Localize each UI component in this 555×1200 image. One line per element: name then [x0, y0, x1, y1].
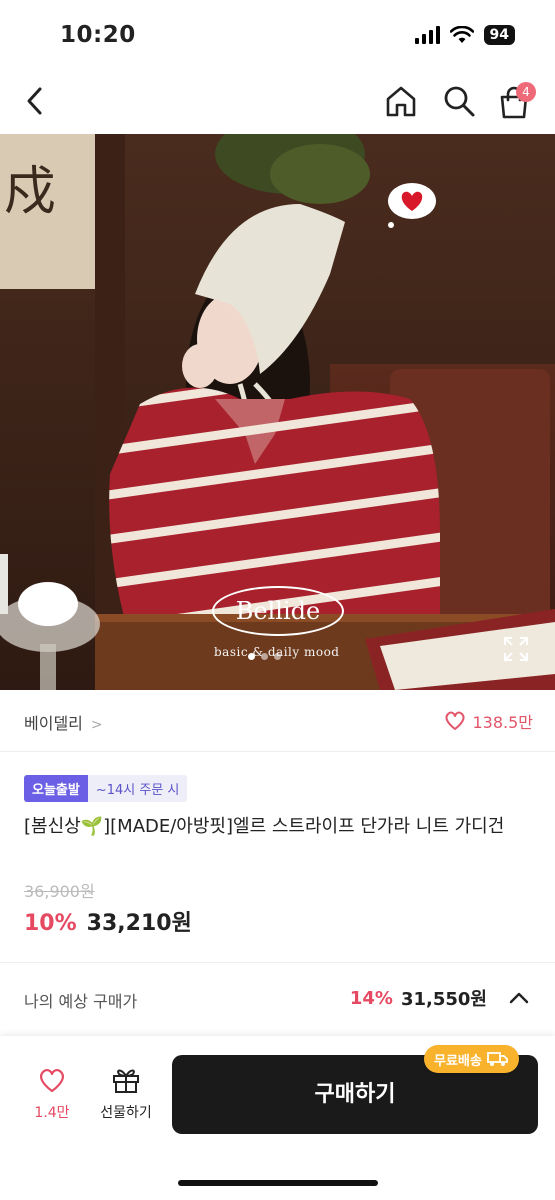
store-like-count: 138.5만	[472, 713, 533, 732]
heart-thought-bubble-icon	[388, 183, 436, 228]
sale-price: 33,210원	[86, 911, 192, 936]
carousel-dot-active	[248, 653, 255, 660]
chevron-up-icon[interactable]	[509, 991, 529, 1005]
status-time: 10:20	[60, 22, 136, 48]
home-indicator	[178, 1180, 378, 1186]
seller-link[interactable]: 베이델리 >	[24, 710, 103, 734]
home-icon[interactable]	[383, 84, 419, 118]
cart-count-badge: 4	[516, 82, 536, 102]
truck-icon	[486, 1052, 508, 1066]
estimated-price-label: 나의 예상 구매가	[24, 992, 138, 1011]
gift-button[interactable]: 선물하기	[94, 1066, 158, 1122]
estimated-price-value: 14% 31,550원	[350, 985, 529, 1011]
heart-outline-icon	[40, 1068, 64, 1093]
seller-row: 베이델리 > 138.5만	[0, 690, 555, 752]
free-shipping-label: 무료배송	[434, 1053, 482, 1069]
store-like-button[interactable]: 138.5만	[444, 709, 533, 733]
carousel-dot	[274, 653, 281, 660]
discount-percent: 10%	[24, 911, 77, 936]
wishlist-button[interactable]: 1.4만	[24, 1068, 80, 1122]
cart-button[interactable]: 4	[497, 82, 536, 120]
gift-icon	[113, 1069, 139, 1093]
original-price: 36,900원	[24, 882, 95, 901]
top-nav: 4	[0, 70, 555, 134]
heart-outline-icon	[445, 711, 465, 730]
seller-name: 베이델리	[24, 714, 83, 733]
back-icon[interactable]	[20, 84, 52, 118]
battery-indicator: 94	[483, 25, 515, 45]
estimated-price: 31,550원	[400, 989, 487, 1010]
estimated-discount: 14%	[349, 987, 393, 1009]
badge-cutoff: ~14시 주문 시	[87, 775, 188, 802]
gift-label: 선물하기	[100, 1105, 152, 1121]
carousel-dots	[248, 653, 281, 660]
sale-price-row: 10% 33,210원	[24, 905, 192, 937]
status-icons: 94	[414, 25, 515, 45]
product-image-carousel[interactable]: 戍 Bellide basic & daily mood	[0, 134, 555, 690]
bottom-action-bar: 1.4만 선물하기 구매하기 무료배송	[0, 1036, 555, 1200]
svg-text:戍: 戍	[4, 162, 56, 222]
delivery-badges: 오늘출발 ~14시 주문 시	[24, 775, 188, 802]
expand-icon[interactable]	[503, 636, 529, 662]
seller-chevron: >	[90, 717, 103, 733]
wishlist-count: 1.4만	[34, 1105, 70, 1121]
badge-today-shipping: 오늘출발	[24, 775, 88, 802]
brand-logo: Bellide	[212, 586, 344, 636]
status-bar: 10:20 94	[0, 0, 555, 70]
carousel-dot	[261, 653, 268, 660]
estimated-price-row[interactable]: 나의 예상 구매가 14% 31,550원	[0, 963, 555, 1035]
product-title: [봄신상🌱][MADE/아방핏]엘르 스트라이프 단가라 니트 가디건	[24, 816, 505, 837]
wifi-icon	[449, 26, 474, 43]
free-shipping-badge: 무료배송	[424, 1045, 519, 1073]
search-icon[interactable]	[442, 84, 476, 118]
signal-icon	[414, 26, 440, 44]
